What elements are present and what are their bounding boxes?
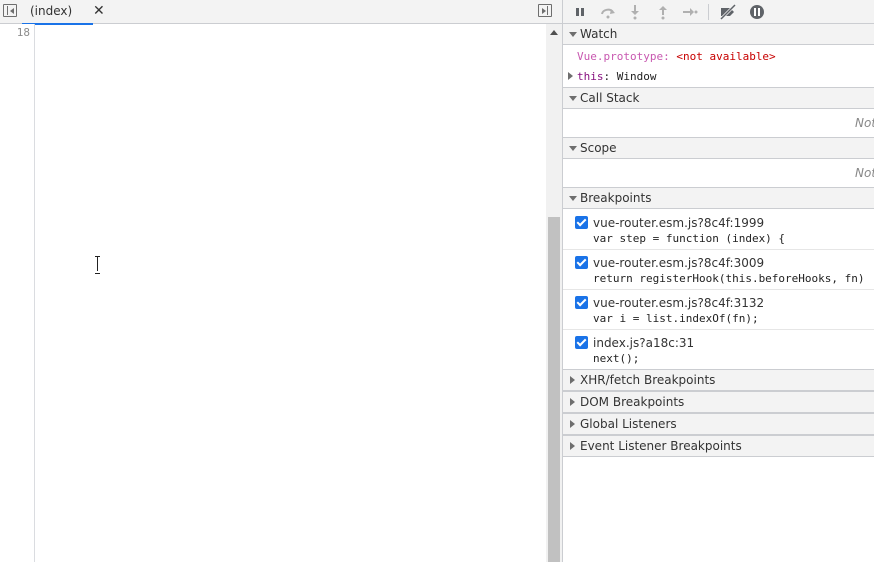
breakpoints-pane-header[interactable]: Breakpoints	[563, 187, 874, 209]
breakpoint-code: var i = list.indexOf(fn);	[593, 312, 759, 325]
step-out-icon[interactable]	[654, 3, 672, 21]
scrollbar-thumb[interactable]	[548, 217, 560, 562]
pane-title: Global Listeners	[580, 417, 677, 431]
breakpoint-location: vue-router.esm.js?8c4f:3132	[593, 296, 765, 310]
tab-index[interactable]: (index) ✕	[22, 0, 105, 25]
breakpoint-checkbox[interactable]	[575, 256, 588, 269]
call-stack-title: Call Stack	[580, 91, 640, 105]
toggle-debugger-icon[interactable]	[538, 4, 552, 17]
breakpoint-checkbox[interactable]	[575, 296, 588, 309]
scope-title: Scope	[580, 141, 617, 155]
text-cursor-icon	[94, 256, 102, 274]
watch-expression[interactable]: this: Window	[568, 70, 657, 83]
tab-label: (index)	[30, 4, 73, 18]
breakpoint-item[interactable]: vue-router.esm.js?8c4f:1999 var step = f…	[563, 210, 874, 250]
breakpoint-item[interactable]: index.js?a18c:31 next();	[563, 330, 874, 370]
toolbar-divider	[708, 4, 709, 20]
global-listeners-pane-header[interactable]: Global Listeners	[563, 413, 874, 435]
xhr-fetch-breakpoints-pane-header[interactable]: XHR/fetch Breakpoints	[563, 369, 874, 391]
line-gutter[interactable]: 18	[0, 24, 35, 562]
breakpoint-checkbox[interactable]	[575, 336, 588, 349]
editor-tab-bar: (index) ✕	[0, 0, 562, 25]
breakpoint-item[interactable]: vue-router.esm.js?8c4f:3132 var i = list…	[563, 290, 874, 330]
watch-expression[interactable]: Vue.prototype: <not available>	[577, 50, 776, 63]
breakpoint-code: next();	[593, 352, 640, 365]
step-over-icon[interactable]	[599, 3, 617, 21]
breakpoint-location: vue-router.esm.js?8c4f:3009	[593, 256, 765, 270]
debugger-sidebar: Watch Vue.prototype: <not available> thi…	[562, 0, 874, 562]
watch-title: Watch	[580, 27, 618, 41]
call-stack-status: Not paused	[855, 116, 874, 130]
watch-pane-header[interactable]: Watch	[563, 23, 874, 45]
watch-expression-name: this	[577, 70, 604, 83]
line-number[interactable]: 18	[17, 26, 30, 39]
call-stack-pane-header[interactable]: Call Stack	[563, 87, 874, 109]
toggle-navigator-icon[interactable]	[3, 4, 17, 17]
close-icon[interactable]: ✕	[93, 0, 105, 22]
deactivate-breakpoints-icon[interactable]	[718, 3, 737, 21]
breakpoint-item[interactable]: vue-router.esm.js?8c4f:3009 return regis…	[563, 250, 874, 290]
breakpoint-checkbox[interactable]	[575, 216, 588, 229]
watch-expression-value: <not available>	[676, 50, 776, 63]
breakpoint-code: return registerHook(this.beforeHooks, fn…	[593, 272, 865, 285]
pause-on-exceptions-icon[interactable]	[748, 3, 766, 21]
debugger-toolbar	[563, 0, 874, 24]
breakpoint-location: index.js?a18c:31	[593, 336, 695, 350]
breakpoint-code: var step = function (index) {	[593, 232, 786, 245]
watch-expression-name: Vue.prototype	[577, 50, 664, 63]
scope-status: Not paused	[855, 166, 874, 180]
breakpoints-title: Breakpoints	[580, 191, 652, 205]
expand-arrow-icon[interactable]	[568, 72, 573, 80]
step-icon[interactable]	[681, 3, 699, 21]
event-listener-breakpoints-pane-header[interactable]: Event Listener Breakpoints	[563, 435, 874, 457]
pane-title: XHR/fetch Breakpoints	[580, 373, 716, 387]
editor-scrollbar[interactable]	[546, 24, 562, 562]
scope-pane-header[interactable]: Scope	[563, 137, 874, 159]
scroll-up-icon[interactable]	[550, 30, 558, 35]
step-into-icon[interactable]	[626, 3, 644, 21]
watch-expression-value: Window	[616, 70, 657, 83]
pane-title: DOM Breakpoints	[580, 395, 685, 409]
pane-title: Event Listener Breakpoints	[580, 439, 742, 453]
pause-icon[interactable]	[571, 3, 589, 21]
breakpoint-location: vue-router.esm.js?8c4f:1999	[593, 216, 765, 230]
dom-breakpoints-pane-header[interactable]: DOM Breakpoints	[563, 391, 874, 413]
code-area[interactable]	[36, 24, 546, 562]
source-editor: (index) ✕ 18	[0, 0, 562, 562]
